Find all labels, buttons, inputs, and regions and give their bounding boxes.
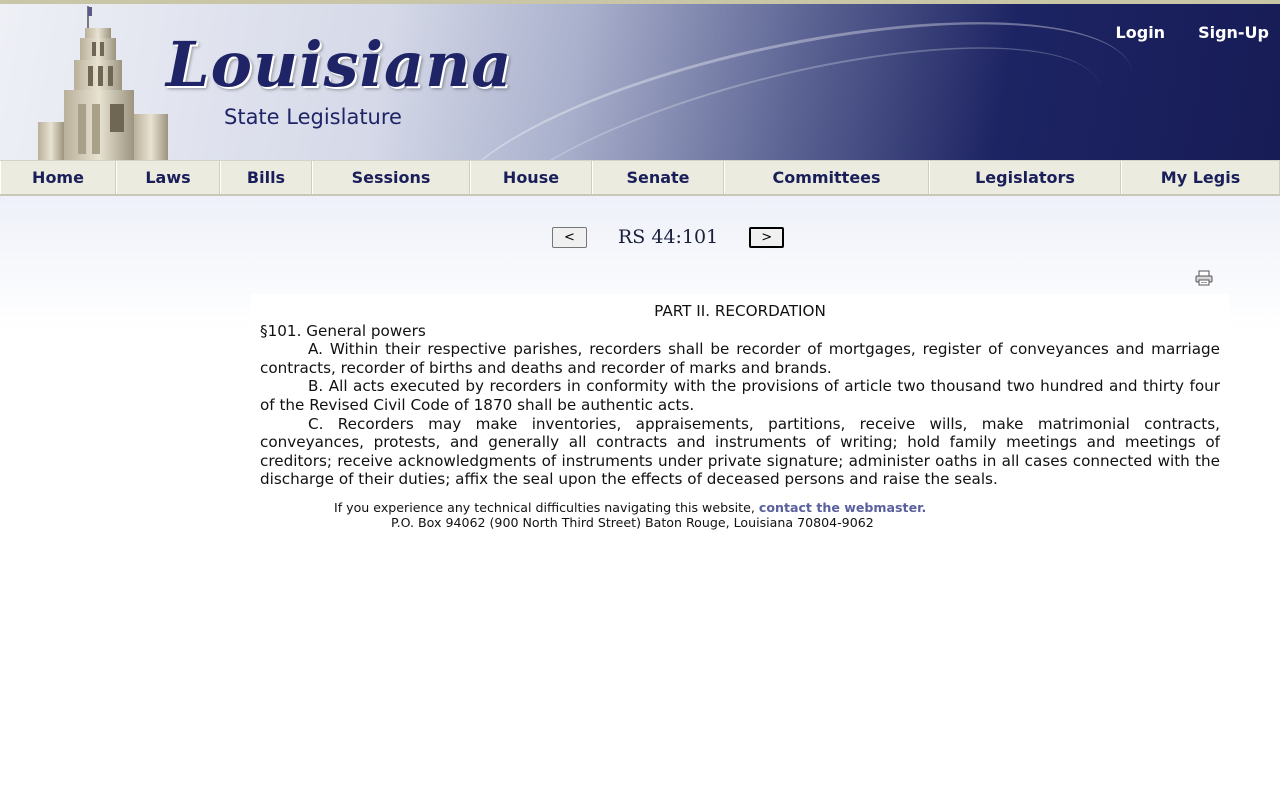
nav-item-bills[interactable]: Bills: [220, 161, 312, 194]
previous-section-button[interactable]: <: [552, 226, 587, 248]
nav-item-laws[interactable]: Laws: [116, 161, 220, 194]
main-nav: Home Laws Bills Sessions House Senate Committe…: [0, 160, 1280, 196]
nav-item-sessions[interactable]: Sessions: [312, 161, 470, 194]
law-text: PART II. RECORDATION §101. General power…: [250, 294, 1230, 494]
login-link[interactable]: Login: [1116, 23, 1166, 42]
footer-address: P.O. Box 94062 (900 North Third Street) …: [391, 515, 874, 530]
paragraph-a: A. Within their respective parishes, rec…: [260, 340, 1220, 377]
paragraph-c: C. Recorders may make inventories, appra…: [260, 414, 1220, 489]
part-heading: PART II. RECORDATION: [654, 302, 826, 320]
account-links: Login Sign-Up: [1116, 23, 1269, 42]
nav-item-my-legis[interactable]: My Legis: [1121, 161, 1280, 194]
paragraph-b: B. All acts executed by recorders in con…: [260, 377, 1220, 414]
capitol-building-icon: [38, 6, 168, 160]
contact-webmaster-link[interactable]: contact the webmaster.: [759, 500, 926, 515]
nav-item-house[interactable]: House: [470, 161, 592, 194]
footer-help-text: If you experience any technical difficul…: [334, 500, 927, 515]
printer-icon[interactable]: [1195, 270, 1213, 286]
nav-item-home[interactable]: Home: [0, 161, 116, 194]
signup-link[interactable]: Sign-Up: [1198, 23, 1269, 42]
nav-item-legislators[interactable]: Legislators: [929, 161, 1121, 194]
section-identifier: RS 44:101: [618, 226, 719, 248]
site-banner: Louisiana State Legislature Login Sign-U…: [0, 4, 1280, 160]
site-logo-title[interactable]: Louisiana: [166, 34, 512, 96]
nav-item-committees[interactable]: Committees: [724, 161, 929, 194]
section-pager: < RS 44:101 >: [552, 226, 785, 248]
nav-item-senate[interactable]: Senate: [592, 161, 724, 194]
site-logo-subtitle[interactable]: State Legislature: [224, 105, 402, 129]
section-heading: §101. General powers: [260, 321, 426, 340]
next-section-button[interactable]: >: [749, 226, 785, 248]
